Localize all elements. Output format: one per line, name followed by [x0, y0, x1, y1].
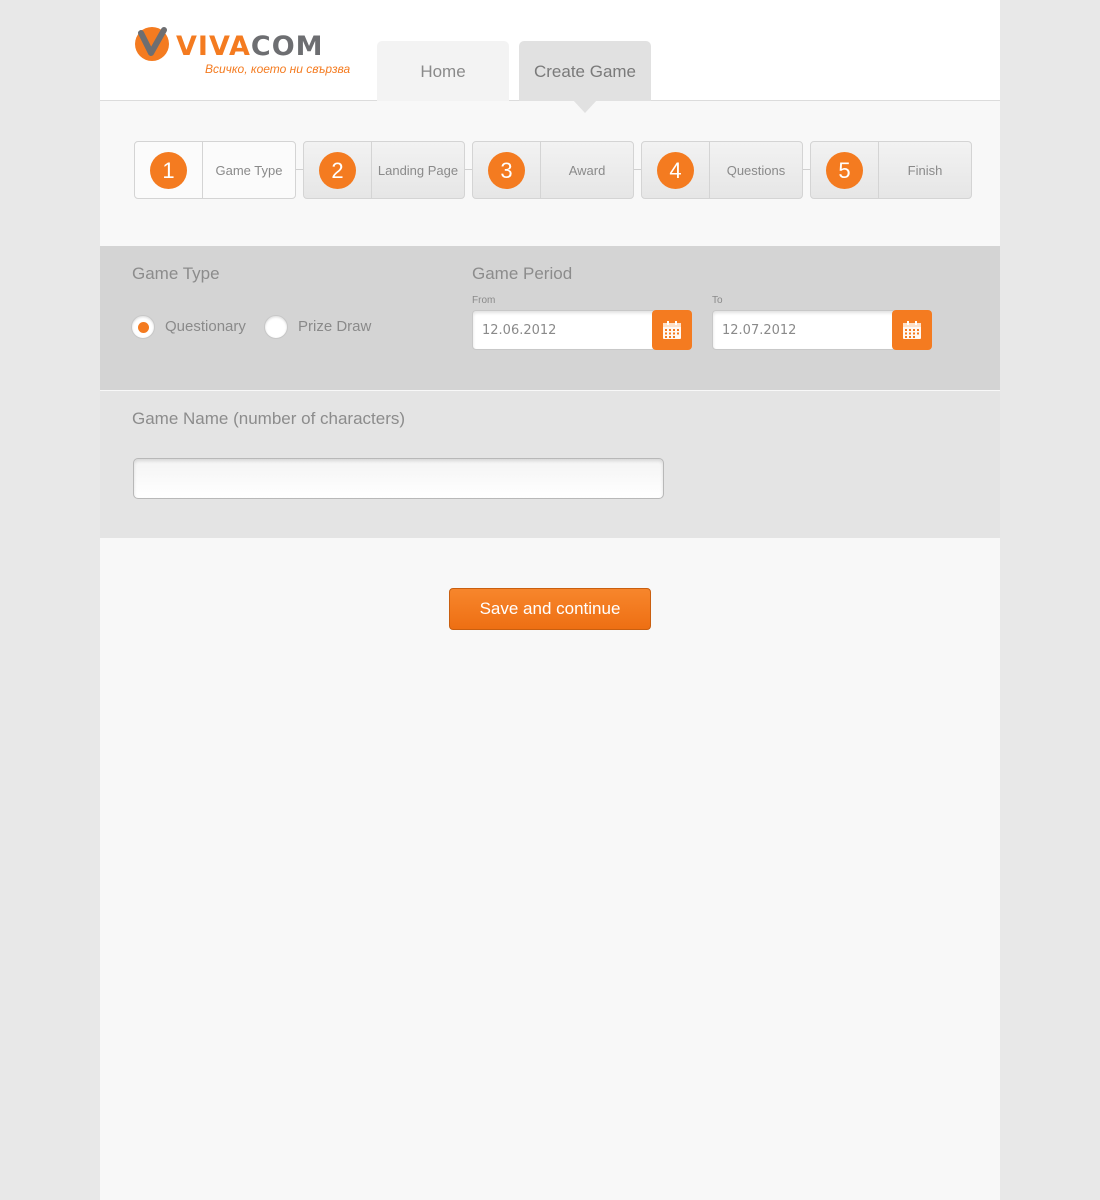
step-number-badge: 2	[319, 152, 356, 189]
step-number-badge: 4	[657, 152, 694, 189]
step-number-badge: 3	[488, 152, 525, 189]
game-type-title: Game Type	[132, 264, 220, 283]
step-number-box: 3	[473, 142, 541, 198]
to-label: To	[712, 295, 723, 306]
vivacom-logo[interactable]: VIVACOM Всичко, което ни свързва	[134, 26, 351, 78]
step-number-box: 5	[811, 142, 879, 198]
step-game-type[interactable]: 1 Game Type	[134, 141, 296, 199]
step-number-badge: 5	[826, 152, 863, 189]
calendar-icon	[663, 321, 681, 339]
tab-create-game[interactable]: Create Game	[519, 41, 651, 101]
to-date-input[interactable]	[712, 310, 896, 350]
radio-questionary[interactable]	[131, 315, 155, 339]
radio-prize-draw-label[interactable]: Prize Draw	[298, 318, 371, 335]
logo-wordmark: VIVACOM	[176, 32, 324, 62]
save-and-continue-button[interactable]: Save and continue	[449, 588, 651, 630]
game-name-title: Game Name (number of characters)	[132, 409, 406, 428]
radio-prize-draw[interactable]	[264, 315, 288, 339]
from-label: From	[472, 295, 496, 306]
logo-wordmark-com: COM	[250, 31, 324, 62]
step-landing-page[interactable]: 2 Landing Page	[303, 141, 465, 199]
from-calendar-button[interactable]	[652, 310, 692, 350]
step-award[interactable]: 3 Award	[472, 141, 634, 199]
step-label: Questions	[726, 163, 786, 178]
step-finish[interactable]: 5 Finish	[810, 141, 972, 199]
game-type-period-section: Game Type Questionary Prize Draw Game Pe…	[100, 246, 1000, 390]
step-number-box: 2	[304, 142, 372, 198]
from-date-input[interactable]	[472, 310, 656, 350]
game-name-section: Game Name (number of characters)	[100, 391, 1000, 538]
to-calendar-button[interactable]	[892, 310, 932, 350]
game-name-input[interactable]	[133, 458, 664, 499]
step-number-box: 1	[135, 142, 203, 198]
step-label: Award	[568, 163, 606, 178]
calendar-icon	[903, 321, 921, 339]
logo-tagline: Всичко, което ни свързва	[205, 62, 351, 76]
wizard-steps: 1 Game Type 2 Landing Page 3 Award 4 Que…	[134, 141, 972, 199]
tab-home[interactable]: Home	[377, 41, 509, 101]
active-tab-pointer	[573, 100, 597, 113]
step-number-box: 4	[642, 142, 710, 198]
radio-questionary-label[interactable]: Questionary	[165, 318, 246, 335]
game-period-title: Game Period	[472, 264, 573, 283]
step-label: Landing Page	[377, 163, 459, 178]
step-number-badge: 1	[150, 152, 187, 189]
header: VIVACOM Всичко, което ни свързва Home Cr…	[100, 0, 1000, 113]
vivacom-logo-mark-icon	[135, 27, 169, 61]
step-questions[interactable]: 4 Questions	[641, 141, 803, 199]
logo-wordmark-viva: VIVA	[176, 31, 251, 62]
step-label: Game Type	[215, 163, 283, 178]
page: VIVACOM Всичко, което ни свързва Home Cr…	[100, 0, 1000, 1200]
step-label: Finish	[907, 163, 943, 178]
